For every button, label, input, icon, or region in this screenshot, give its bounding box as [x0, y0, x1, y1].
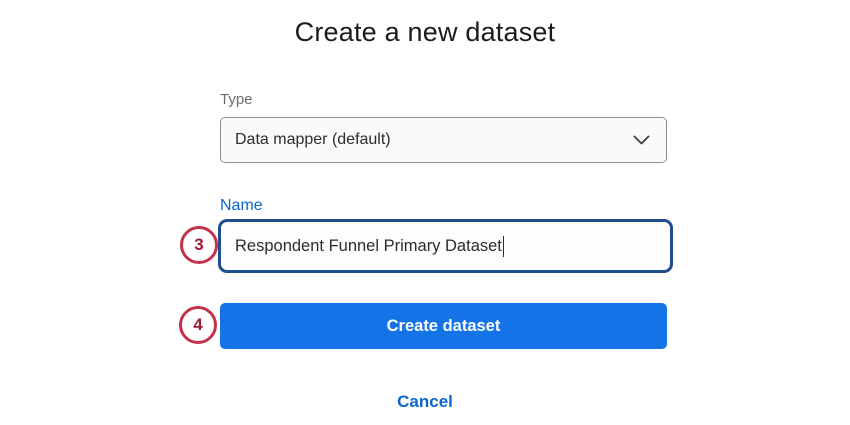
- chevron-down-icon: [633, 135, 650, 146]
- name-input-value: Respondent Funnel Primary Dataset: [235, 237, 502, 256]
- create-dataset-dialog: Create a new dataset Type Data mapper (d…: [0, 0, 850, 425]
- name-label: Name: [220, 197, 263, 215]
- text-cursor: [503, 236, 505, 257]
- type-select[interactable]: Data mapper (default): [220, 117, 667, 163]
- annotation-step-4-number: 4: [193, 315, 202, 335]
- annotation-step-4-badge: 4: [179, 306, 217, 344]
- cancel-link[interactable]: Cancel: [0, 392, 850, 412]
- name-input[interactable]: Respondent Funnel Primary Dataset: [218, 219, 673, 273]
- annotation-step-3-badge: 3: [180, 226, 218, 264]
- create-dataset-button[interactable]: Create dataset: [220, 303, 667, 349]
- annotation-step-3-number: 3: [194, 235, 203, 255]
- type-label: Type: [220, 91, 253, 108]
- type-select-value: Data mapper (default): [235, 131, 391, 149]
- page-title: Create a new dataset: [0, 17, 850, 48]
